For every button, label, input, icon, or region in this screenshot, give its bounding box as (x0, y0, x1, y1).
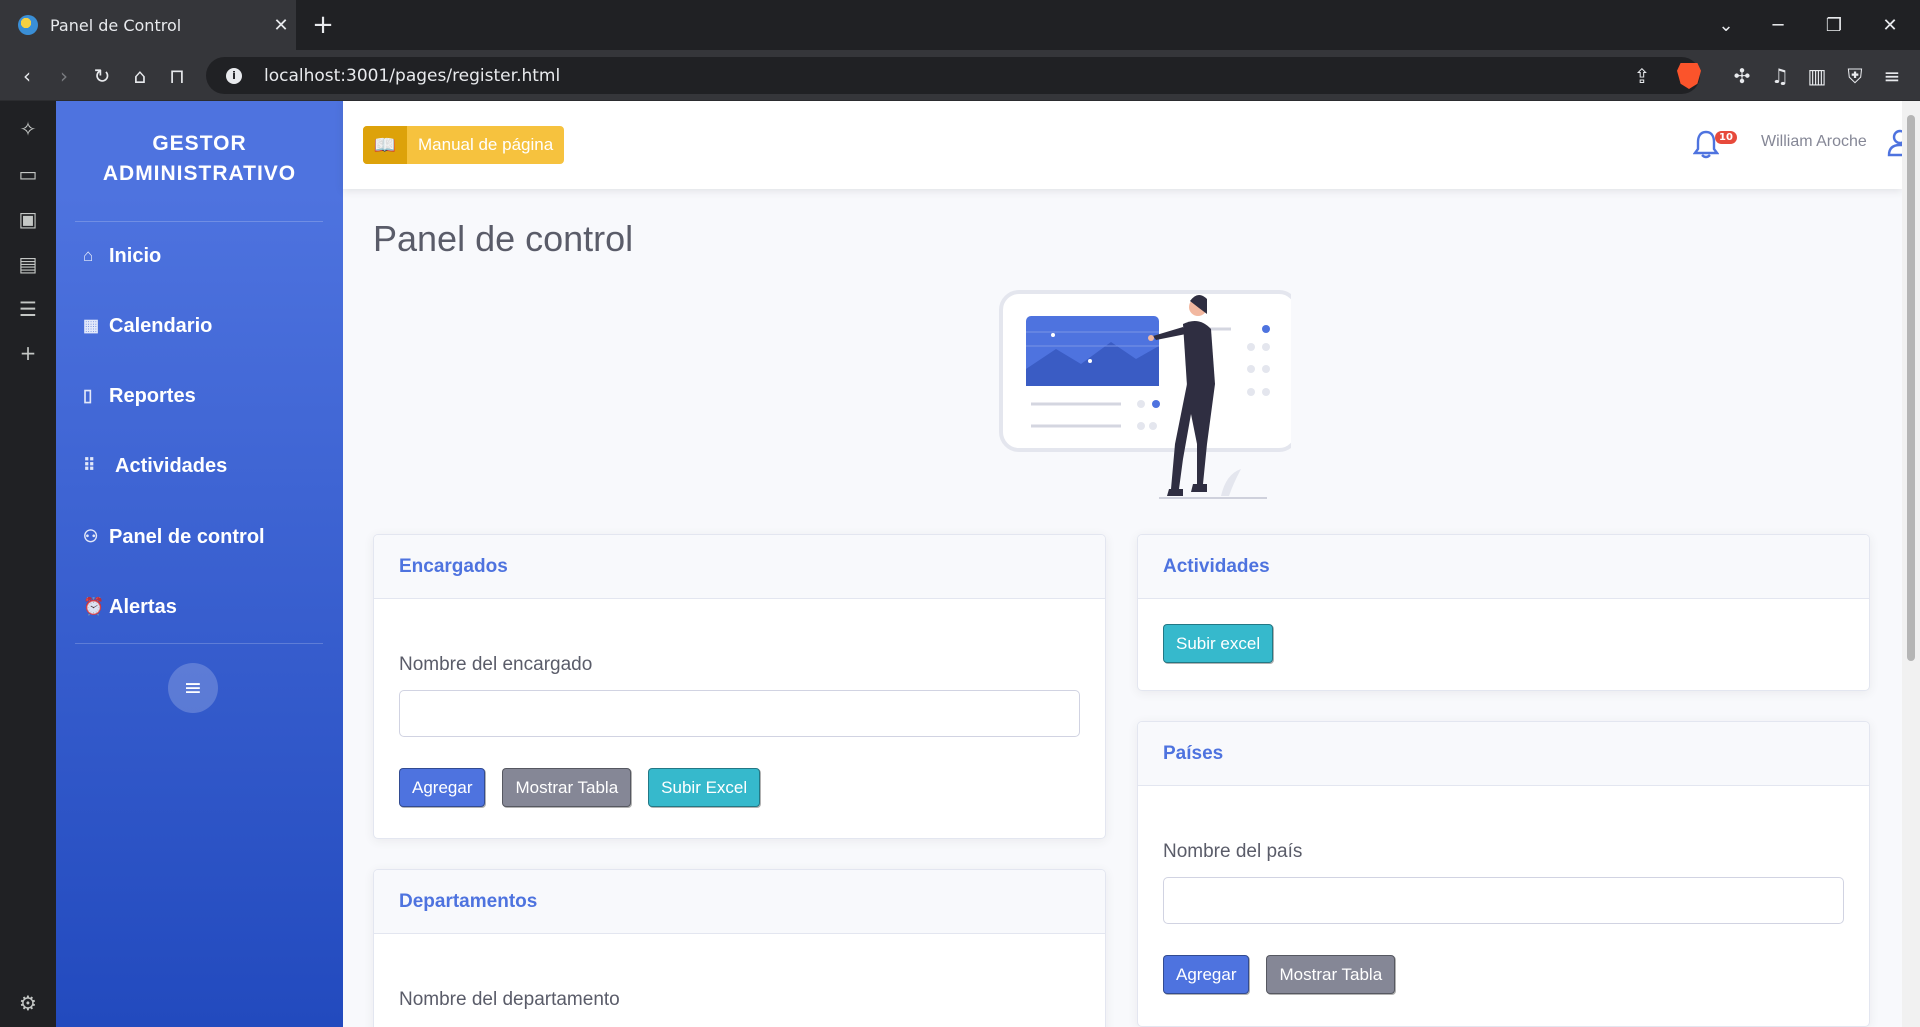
close-tab-icon[interactable]: ✕ (266, 15, 296, 36)
manual-button[interactable]: 📖 Manual de página (363, 126, 565, 164)
back-icon[interactable]: ‹ (11, 60, 43, 92)
paises-card-title: Países (1138, 722, 1869, 786)
wallet-icon[interactable]: ▣ (12, 203, 44, 235)
book-icon: 📖 (363, 126, 407, 164)
bookmarks-icon[interactable]: ▤ (12, 248, 44, 280)
encargado-add-button[interactable]: Agregar (399, 768, 486, 807)
pais-show-table-button[interactable]: Mostrar Tabla (1266, 955, 1396, 994)
alarm-icon: ⏰ (83, 597, 105, 616)
minimize-icon[interactable]: ─ (1750, 0, 1806, 50)
share-icon[interactable]: ⇪ (1626, 60, 1658, 92)
brand-line1: GESTOR (152, 132, 247, 155)
media-icon[interactable]: ♫ (1764, 60, 1796, 92)
sidebar-item-reportes[interactable]: ▯ Reportes (83, 376, 196, 416)
encargado-name-input[interactable] (399, 690, 1080, 737)
actividades-card: Actividades Subir excel (1137, 534, 1870, 691)
encargados-card: Encargados Nombre del encargado Agregar … (373, 534, 1106, 839)
sidebar-item-calendario[interactable]: ▦ Calendario (83, 306, 212, 346)
pais-name-label: Nombre del país (1163, 841, 1303, 862)
home-icon: ⌂ (83, 246, 94, 265)
settings-icon[interactable]: ⚙ (12, 987, 44, 1019)
sidebar-divider (75, 221, 323, 222)
browser-side-panel: ✧ ▭ ▣ ▤ ☰ + ⚙ (0, 101, 56, 1027)
close-window-icon[interactable]: ✕ (1862, 0, 1918, 50)
tab-search-icon[interactable]: ⌄ (1698, 0, 1754, 50)
sidebar-item-label: Inicio (109, 244, 162, 267)
encargado-upload-excel-button[interactable]: Subir Excel (648, 768, 761, 807)
dashboard-illustration-svg (999, 290, 1299, 499)
manual-label: Manual de página (418, 135, 554, 154)
paises-card: Países Nombre del país Agregar Mostrar T… (1137, 721, 1870, 1027)
calendar-icon: ▦ (83, 316, 100, 335)
hamburger-icon: ≡ (183, 675, 203, 701)
vpn-icon[interactable]: ⛨ (1839, 60, 1871, 92)
page-scrollbar[interactable] (1902, 101, 1920, 1027)
leo-ai-icon[interactable]: ✧ (12, 113, 44, 145)
pais-name-input[interactable] (1163, 877, 1844, 924)
sidebar-item-panel-de-control[interactable]: ⚇ Panel de control (83, 517, 265, 557)
sidebar-item-actividades[interactable]: ⠿ Actividades (83, 446, 227, 486)
url-text: localhost:3001/pages/register.html (264, 65, 561, 86)
page-title: Panel de control (373, 218, 634, 259)
sidebar-toggle-button[interactable]: ≡ (168, 663, 218, 713)
departamentos-card-title: Departamentos (374, 870, 1105, 934)
grid-icon: ⠿ (83, 456, 96, 475)
departamentos-card: Departamentos Nombre del departamento (373, 869, 1106, 1027)
encargados-card-title: Encargados (374, 535, 1105, 599)
browser-toolbar: ‹ › ↻ ⌂ ⊓ i localhost:3001/pages/registe… (0, 50, 1920, 101)
sidebar-item-label: Alertas (109, 595, 177, 618)
home-icon[interactable]: ⌂ (124, 60, 156, 92)
restore-icon[interactable]: ❐ (1806, 0, 1862, 50)
forward-icon[interactable]: › (48, 60, 80, 92)
web-page: GESTOR ADMINISTRATIVO ⌂ Inicio ▦ Calenda… (56, 101, 1902, 1027)
notification-badge: 10 (1715, 131, 1737, 144)
departamento-name-label: Nombre del departamento (399, 989, 620, 1010)
encargado-show-table-button[interactable]: Mostrar Tabla (502, 768, 632, 807)
sidebar-item-label: Calendario (109, 314, 213, 337)
actividades-upload-excel-button[interactable]: Subir excel (1163, 624, 1274, 663)
sidebar-toggle-icon[interactable]: ▥ (1801, 60, 1833, 92)
menu-icon[interactable]: ≡ (1876, 60, 1908, 92)
browser-tab-strip: Panel de Control ✕ + ⌄ ─ ❐ ✕ (0, 0, 1920, 50)
document-icon: ▯ (83, 386, 93, 405)
add-panel-icon[interactable]: + (12, 337, 44, 369)
sidebar: GESTOR ADMINISTRATIVO ⌂ Inicio ▦ Calenda… (56, 101, 343, 1027)
sidebar-item-alertas[interactable]: ⏰ Alertas (83, 587, 177, 627)
info-icon[interactable]: i (226, 67, 242, 84)
dashboard-illustration (971, 284, 1299, 517)
reload-icon[interactable]: ↻ (86, 60, 118, 92)
sidebar-item-label: Reportes (109, 384, 196, 407)
actividades-card-title: Actividades (1138, 535, 1869, 599)
brand-line2: ADMINISTRATIVO (102, 162, 297, 185)
topbar: 📖 Manual de página 10 William Aroche (343, 101, 1902, 189)
new-tab-icon[interactable]: + (308, 10, 338, 40)
bookmark-icon[interactable]: ⊓ (161, 60, 193, 92)
scrollbar-thumb[interactable] (1907, 115, 1915, 661)
sidebar-divider (75, 643, 323, 644)
address-bar[interactable]: i localhost:3001/pages/register.html (206, 57, 1700, 94)
brand[interactable]: GESTOR ADMINISTRATIVO (56, 129, 343, 189)
news-icon[interactable]: ▭ (12, 158, 44, 190)
favicon-icon (18, 15, 38, 35)
user-icon[interactable] (1887, 129, 1902, 159)
username[interactable]: William Aroche (1761, 133, 1867, 151)
reading-list-icon[interactable]: ☰ (12, 293, 44, 325)
tab-title: Panel de Control (50, 15, 182, 35)
sidebar-item-label: Panel de control (109, 525, 265, 548)
sidebar-item-inicio[interactable]: ⌂ Inicio (83, 236, 161, 276)
extensions-icon[interactable]: ✣ (1726, 60, 1758, 92)
encargado-name-label: Nombre del encargado (399, 654, 593, 675)
user-icon-svg (1887, 129, 1902, 157)
user-settings-icon: ⚇ (83, 527, 99, 546)
pais-add-button[interactable]: Agregar (1163, 955, 1250, 994)
sidebar-item-label: Actividades (115, 454, 228, 477)
browser-tab[interactable]: Panel de Control ✕ (0, 0, 296, 50)
